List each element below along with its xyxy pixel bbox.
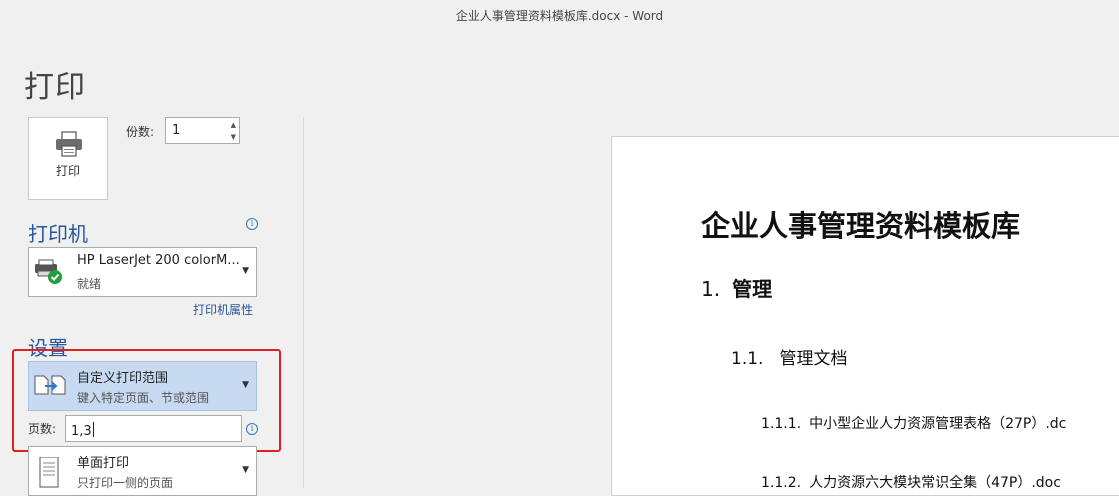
copies-label: 份数: xyxy=(126,125,155,139)
spin-down-icon[interactable]: ▼ xyxy=(231,133,236,141)
page-title: 打印 xyxy=(24,70,86,105)
printer-icon xyxy=(55,131,83,161)
settings-heading: 设置 xyxy=(28,336,68,360)
sides-main: 单面打印 xyxy=(77,456,130,471)
print-range-sub: 键入特定页面、节或范围 xyxy=(77,391,210,405)
doc-heading-2: 1.1. 管理文档 xyxy=(731,349,848,369)
print-button-label: 打印 xyxy=(55,164,80,178)
chevron-down-icon: ▼ xyxy=(242,380,249,390)
printer-status: 就绪 xyxy=(77,277,102,291)
pages-value: 1,3 xyxy=(71,424,92,439)
print-range-main: 自定义打印范围 xyxy=(77,371,169,386)
copies-value: 1 xyxy=(172,123,181,138)
printer-name: HP LaserJet 200 colorM... xyxy=(77,253,240,268)
printer-properties-link[interactable]: 打印机属性 xyxy=(193,301,253,318)
text-cursor xyxy=(92,422,94,437)
window-title: 企业人事管理资料模板库.docx - Word xyxy=(455,9,664,23)
info-icon[interactable]: i xyxy=(246,423,258,435)
pages-input[interactable]: 1,3 xyxy=(65,415,242,442)
panel-divider xyxy=(303,117,304,488)
doc-item: 1.1.1. 中小型企业人力资源管理表格（27P）.dc xyxy=(761,416,1067,432)
doc-heading-1: 1. 管理 xyxy=(701,277,773,301)
pages-label: 页数: xyxy=(28,422,57,436)
custom-range-icon xyxy=(33,372,67,402)
printer-ready-icon xyxy=(33,258,65,290)
doc-item: 1.1.2. 人力资源六大模块常识全集（47P）.doc xyxy=(761,475,1061,491)
spin-up-icon[interactable]: ▲ xyxy=(231,121,236,129)
copies-stepper[interactable]: 1 ▲ ▼ xyxy=(165,117,240,144)
doc-title: 企业人事管理资料模板库 xyxy=(701,209,1021,243)
print-button[interactable]: 打印 xyxy=(28,117,108,200)
print-range-select[interactable]: 自定义打印范围 键入特定页面、节或范围 ▼ xyxy=(28,361,257,411)
chevron-down-icon: ▼ xyxy=(242,465,249,475)
chevron-down-icon: ▼ xyxy=(242,266,249,276)
sides-sub: 只打印一侧的页面 xyxy=(77,476,174,490)
print-preview[interactable]: 企业人事管理资料模板库 1. 管理 1.1. 管理文档 1.1.1. 中小型企业人力资… xyxy=(611,136,1119,496)
info-icon[interactable]: i xyxy=(246,218,258,230)
printer-select[interactable]: HP LaserJet 200 colorM... 就绪 ▼ xyxy=(28,247,257,297)
sides-select[interactable]: 单面打印 只打印一侧的页面 ▼ xyxy=(28,446,257,496)
printer-heading: 打印机 xyxy=(28,222,88,246)
